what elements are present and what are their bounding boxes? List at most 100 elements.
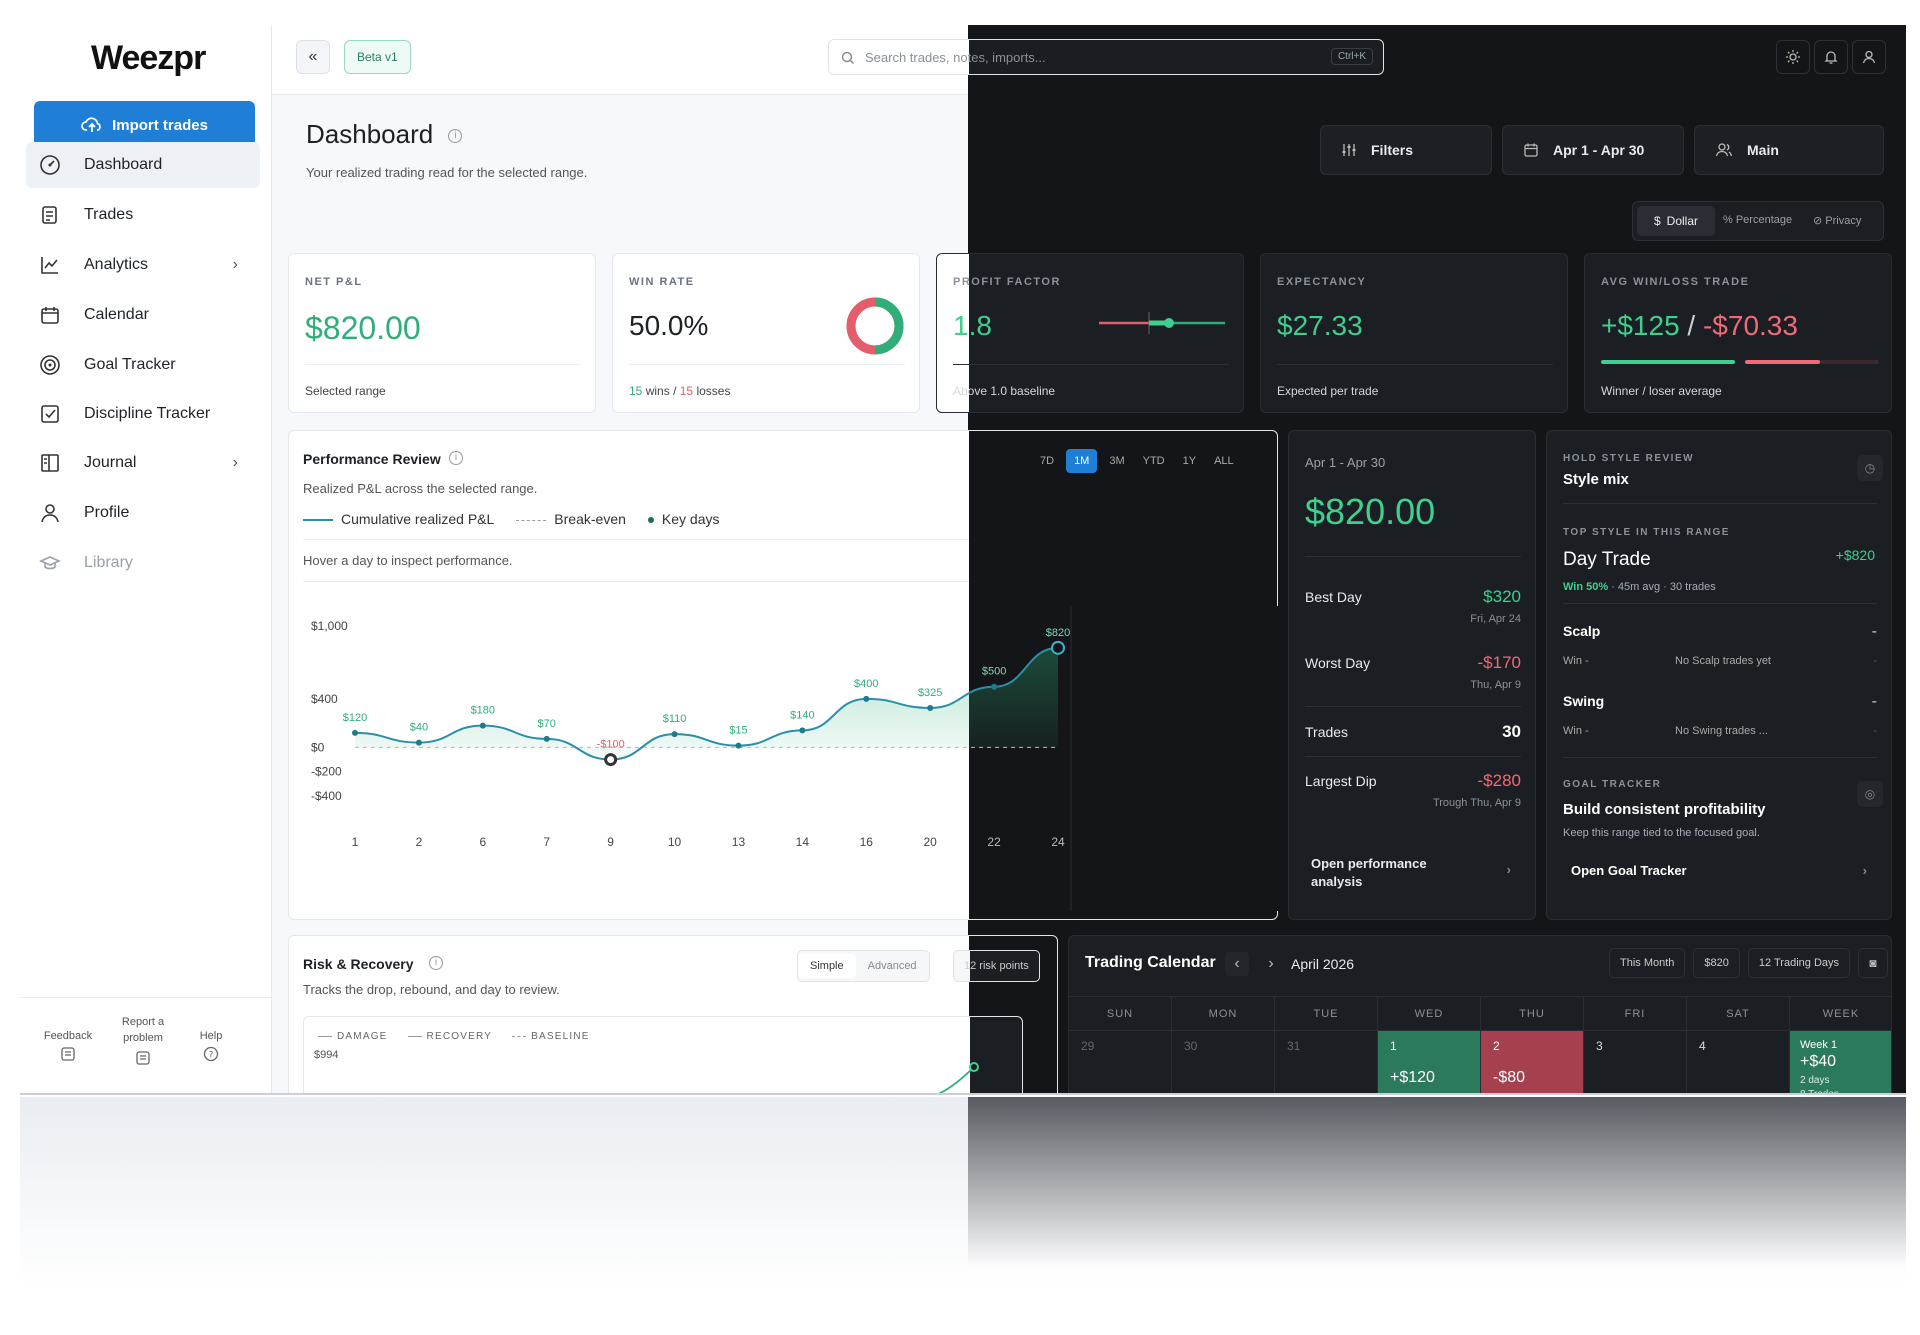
calendar-chip[interactable]: This Month [1609, 948, 1686, 978]
import-trades-label: Import trades [112, 116, 208, 134]
calendar-day[interactable]: 4 [1687, 1030, 1790, 1095]
style-note: No Swing trades ... [1675, 725, 1768, 737]
link-label: Open Goal Tracker [1571, 863, 1687, 878]
mode-privacy[interactable]: ⊘ Privacy [1813, 214, 1861, 227]
risk-chart: DAMAGE RECOVERY BASELINE $994 [303, 1016, 1023, 1095]
collapse-sidebar-button[interactable]: « [296, 40, 330, 74]
calendar-day[interactable]: 2-$802 trades [1481, 1030, 1584, 1095]
calendar-next-button[interactable]: › [1259, 952, 1283, 976]
kpi-win-rate: WIN RATE 50.0% 15 wins / 15 losses [612, 253, 920, 413]
risk-points-label: 12 risk points [964, 960, 1029, 972]
filters-button[interactable]: Filters [1320, 125, 1492, 175]
line-chart-icon [38, 253, 62, 277]
sidebar-item-dashboard[interactable]: Dashboard [26, 142, 260, 188]
data-label: $140 [790, 709, 814, 721]
performance-card: Performance Review i Realized P&L across… [288, 430, 1279, 920]
sidebar-item-trades[interactable]: Trades [26, 192, 260, 238]
summary-range: Apr 1 - Apr 30 [1305, 455, 1386, 470]
eye-off-icon: ⊘ [1813, 215, 1826, 227]
weekday-label: WEEK [1790, 997, 1891, 1031]
sidebar-item-journal[interactable]: Journal › [26, 440, 260, 486]
risk-legend: DAMAGE RECOVERY BASELINE [318, 1031, 590, 1042]
range-tab-active[interactable]: 1M [1066, 449, 1098, 473]
sidebar-footer: Feedback Report a problem Help ? [20, 997, 272, 1095]
sidebar-item-profile[interactable]: Profile [26, 490, 260, 536]
range-tab[interactable]: 1Y [1177, 449, 1202, 473]
risk-y-top: $994 [314, 1049, 339, 1061]
summary-card: Apr 1 - Apr 30 $820.00 Best Day $320 Fri… [1288, 430, 1536, 920]
range-tab[interactable]: YTD [1137, 449, 1171, 473]
style-win: Win - [1563, 725, 1589, 737]
range-tab[interactable]: 3M [1103, 449, 1130, 473]
chevron-right-icon: › [1862, 863, 1867, 878]
feedback-button[interactable]: Feedback [33, 1030, 103, 1065]
kpi-label: AVG WIN/LOSS TRADE [1601, 276, 1750, 288]
calendar-day[interactable]: 3 [1584, 1030, 1687, 1095]
calendar-weekdays: SUN MON TUE WED THU FRI SAT WEEK [1069, 996, 1891, 1031]
help-label: Help [199, 1030, 223, 1042]
search-input[interactable]: Search trades, notes, imports... Ctrl+K [828, 39, 1384, 75]
data-point [735, 742, 742, 749]
calendar-prev-button[interactable]: ‹ [1225, 952, 1249, 976]
open-goal-tracker-link[interactable]: Open Goal Tracker › [1555, 849, 1885, 893]
sidebar-item-analytics[interactable]: Analytics › [26, 242, 260, 288]
row-value: -$280 [1477, 771, 1521, 790]
sidebar-item-library[interactable]: Library [26, 540, 260, 586]
risk-mode-simple[interactable]: Simple [798, 954, 856, 978]
sidebar-item-goal-tracker[interactable]: Goal Tracker [26, 342, 260, 388]
calendar-card: Trading Calendar ‹ › April 2026 This Mon… [1068, 935, 1892, 1095]
x-tick-label: 14 [796, 835, 810, 849]
notifications-button[interactable] [1814, 40, 1848, 74]
report-problem-button[interactable]: Report a problem [112, 1014, 174, 1069]
calendar-day[interactable]: 30 [1172, 1030, 1275, 1095]
help-button[interactable]: Help ? [187, 1030, 235, 1065]
kpi-label: EXPECTANCY [1277, 276, 1367, 288]
wins-label: wins [645, 384, 670, 398]
sidebar-item-label: Discipline Tracker [84, 405, 211, 422]
risk-mode-advanced[interactable]: Advanced [856, 954, 929, 978]
calendar-grid: 2930311+$1202 trades2-$802 trades34Week … [1069, 1030, 1891, 1095]
risk-recovery-line [933, 1062, 979, 1095]
day-number: 31 [1287, 1039, 1301, 1053]
calendar-month: April 2026 [1291, 956, 1355, 972]
sidebar: Weezpr Import trades Dashboard Trades An… [20, 25, 272, 1095]
chart-dark-region [969, 606, 1279, 911]
avg-win-value: +$125 [1601, 310, 1680, 341]
open-performance-analysis-link[interactable]: Open performance analysis › [1297, 841, 1529, 903]
camera-icon[interactable]: ◙ [1858, 948, 1889, 978]
page-subtitle: Your realized trading read for the selec… [306, 165, 588, 180]
divider [1563, 603, 1877, 604]
win-rate-donut [846, 297, 904, 355]
sidebar-item-calendar[interactable]: Calendar [26, 292, 260, 338]
calendar-icon [38, 303, 62, 327]
target-icon[interactable]: ◎ [1857, 781, 1883, 807]
range-tab[interactable]: 7D [1034, 449, 1060, 473]
account-button[interactable] [1852, 40, 1886, 74]
calendar-day[interactable]: 29 [1069, 1030, 1172, 1095]
kpi-label: WIN RATE [629, 276, 695, 288]
weekday-label: THU [1481, 997, 1584, 1031]
weekday-label: MON [1172, 997, 1275, 1031]
day-number: 2 [1493, 1039, 1500, 1053]
x-tick-label: 9 [607, 835, 614, 849]
calendar-day[interactable]: 31 [1275, 1030, 1378, 1095]
sidebar-item-label: Goal Tracker [84, 356, 176, 373]
page-title: Dashboard i [306, 119, 463, 150]
range-tab[interactable]: ALL [1208, 449, 1240, 473]
day-pnl: +$120 [1390, 1069, 1435, 1086]
date-range-label: Apr 1 - Apr 30 [1553, 142, 1645, 158]
theme-toggle-button[interactable] [1776, 40, 1810, 74]
hover-hint: Hover a day to inspect performance. [303, 553, 513, 568]
x-tick-label: 22 [987, 835, 1001, 849]
mode-percentage[interactable]: % Percentage [1723, 214, 1792, 226]
graduation-cap-icon [38, 551, 62, 575]
row-label: Best Day [1305, 589, 1362, 605]
clock-icon[interactable]: ◷ [1857, 455, 1883, 481]
sidebar-item-discipline-tracker[interactable]: Discipline Tracker [26, 391, 260, 437]
mode-dollar[interactable]: $ Dollar [1637, 206, 1715, 236]
calendar-day[interactable]: 1+$1202 trades [1378, 1030, 1481, 1095]
account-selector[interactable]: Main [1694, 125, 1884, 175]
data-point [927, 704, 934, 711]
date-range-button[interactable]: Apr 1 - Apr 30 [1502, 125, 1684, 175]
calendar-chips: This Month $820 12 Trading Days ◙ [1609, 948, 1889, 978]
